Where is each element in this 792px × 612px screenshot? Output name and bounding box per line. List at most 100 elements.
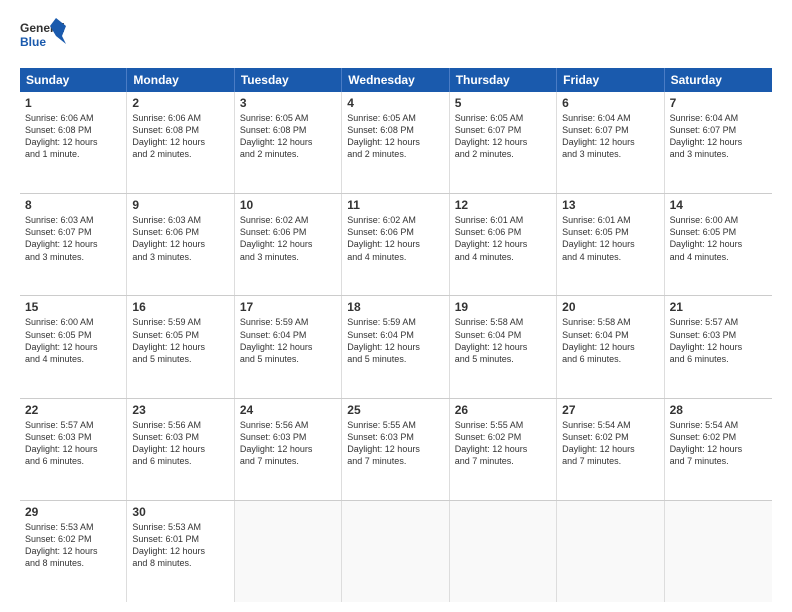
calendar-day-27: 27 Sunrise: 5:54 AM Sunset: 6:02 PM Dayli… <box>557 399 664 500</box>
calendar-day-18: 18 Sunrise: 5:59 AM Sunset: 6:04 PM Dayli… <box>342 296 449 397</box>
day-number: 4 <box>347 96 443 110</box>
day-content: Sunrise: 5:53 AM Sunset: 6:01 PM Dayligh… <box>132 521 228 570</box>
day-number: 27 <box>562 403 658 417</box>
calendar-day-28: 28 Sunrise: 5:54 AM Sunset: 6:02 PM Dayli… <box>665 399 772 500</box>
header-day-friday: Friday <box>557 68 664 92</box>
day-content: Sunrise: 6:03 AM Sunset: 6:07 PM Dayligh… <box>25 214 121 263</box>
calendar-day-3: 3 Sunrise: 6:05 AM Sunset: 6:08 PM Daylig… <box>235 92 342 193</box>
calendar-day-13: 13 Sunrise: 6:01 AM Sunset: 6:05 PM Dayli… <box>557 194 664 295</box>
day-content: Sunrise: 6:01 AM Sunset: 6:06 PM Dayligh… <box>455 214 551 263</box>
day-content: Sunrise: 6:00 AM Sunset: 6:05 PM Dayligh… <box>670 214 767 263</box>
calendar-day-24: 24 Sunrise: 5:56 AM Sunset: 6:03 PM Dayli… <box>235 399 342 500</box>
day-content: Sunrise: 5:55 AM Sunset: 6:03 PM Dayligh… <box>347 419 443 468</box>
day-number: 20 <box>562 300 658 314</box>
day-number: 3 <box>240 96 336 110</box>
day-number: 11 <box>347 198 443 212</box>
svg-text:Blue: Blue <box>20 35 46 49</box>
day-content: Sunrise: 5:57 AM Sunset: 6:03 PM Dayligh… <box>25 419 121 468</box>
day-content: Sunrise: 5:58 AM Sunset: 6:04 PM Dayligh… <box>455 316 551 365</box>
day-number: 30 <box>132 505 228 519</box>
day-number: 14 <box>670 198 767 212</box>
day-content: Sunrise: 6:05 AM Sunset: 6:08 PM Dayligh… <box>347 112 443 161</box>
day-content: Sunrise: 5:59 AM Sunset: 6:04 PM Dayligh… <box>347 316 443 365</box>
day-content: Sunrise: 5:57 AM Sunset: 6:03 PM Dayligh… <box>670 316 767 365</box>
day-number: 2 <box>132 96 228 110</box>
calendar-body: 1 Sunrise: 6:06 AM Sunset: 6:08 PM Daylig… <box>20 92 772 602</box>
calendar-week-1: 1 Sunrise: 6:06 AM Sunset: 6:08 PM Daylig… <box>20 92 772 194</box>
calendar-empty-cell <box>557 501 664 602</box>
day-number: 26 <box>455 403 551 417</box>
day-content: Sunrise: 5:56 AM Sunset: 6:03 PM Dayligh… <box>132 419 228 468</box>
day-content: Sunrise: 6:06 AM Sunset: 6:08 PM Dayligh… <box>132 112 228 161</box>
day-number: 7 <box>670 96 767 110</box>
day-content: Sunrise: 6:06 AM Sunset: 6:08 PM Dayligh… <box>25 112 121 161</box>
calendar-day-9: 9 Sunrise: 6:03 AM Sunset: 6:06 PM Daylig… <box>127 194 234 295</box>
day-content: Sunrise: 5:54 AM Sunset: 6:02 PM Dayligh… <box>562 419 658 468</box>
day-content: Sunrise: 5:58 AM Sunset: 6:04 PM Dayligh… <box>562 316 658 365</box>
calendar-day-12: 12 Sunrise: 6:01 AM Sunset: 6:06 PM Dayli… <box>450 194 557 295</box>
header-day-saturday: Saturday <box>665 68 772 92</box>
day-number: 25 <box>347 403 443 417</box>
day-number: 21 <box>670 300 767 314</box>
calendar-day-4: 4 Sunrise: 6:05 AM Sunset: 6:08 PM Daylig… <box>342 92 449 193</box>
header-day-monday: Monday <box>127 68 234 92</box>
day-content: Sunrise: 5:54 AM Sunset: 6:02 PM Dayligh… <box>670 419 767 468</box>
calendar-empty-cell <box>450 501 557 602</box>
day-number: 28 <box>670 403 767 417</box>
day-number: 9 <box>132 198 228 212</box>
day-number: 6 <box>562 96 658 110</box>
day-number: 8 <box>25 198 121 212</box>
day-number: 24 <box>240 403 336 417</box>
calendar-day-26: 26 Sunrise: 5:55 AM Sunset: 6:02 PM Dayli… <box>450 399 557 500</box>
calendar-day-21: 21 Sunrise: 5:57 AM Sunset: 6:03 PM Dayli… <box>665 296 772 397</box>
logo: General Blue <box>20 16 68 58</box>
calendar-day-16: 16 Sunrise: 5:59 AM Sunset: 6:05 PM Dayli… <box>127 296 234 397</box>
day-number: 1 <box>25 96 121 110</box>
calendar-day-15: 15 Sunrise: 6:00 AM Sunset: 6:05 PM Dayli… <box>20 296 127 397</box>
day-content: Sunrise: 6:03 AM Sunset: 6:06 PM Dayligh… <box>132 214 228 263</box>
page-header: General Blue <box>20 16 772 58</box>
logo-svg: General Blue <box>20 16 68 58</box>
day-content: Sunrise: 5:55 AM Sunset: 6:02 PM Dayligh… <box>455 419 551 468</box>
calendar-day-17: 17Sunrise: 5:59 AM Sunset: 6:04 PM Dayli… <box>235 296 342 397</box>
day-number: 29 <box>25 505 121 519</box>
day-number: 5 <box>455 96 551 110</box>
day-content: Sunrise: 6:05 AM Sunset: 6:07 PM Dayligh… <box>455 112 551 161</box>
calendar-day-2: 2 Sunrise: 6:06 AM Sunset: 6:08 PM Daylig… <box>127 92 234 193</box>
day-number: 22 <box>25 403 121 417</box>
calendar-week-4: 22 Sunrise: 5:57 AM Sunset: 6:03 PM Dayli… <box>20 399 772 501</box>
calendar-empty-cell <box>235 501 342 602</box>
calendar-empty-cell <box>665 501 772 602</box>
header-day-wednesday: Wednesday <box>342 68 449 92</box>
calendar-day-29: 29 Sunrise: 5:53 AM Sunset: 6:02 PM Dayli… <box>20 501 127 602</box>
day-content: Sunrise: 6:01 AM Sunset: 6:05 PM Dayligh… <box>562 214 658 263</box>
day-number: 17 <box>240 300 336 314</box>
day-number: 12 <box>455 198 551 212</box>
calendar-day-19: 19 Sunrise: 5:58 AM Sunset: 6:04 PM Dayli… <box>450 296 557 397</box>
calendar-day-11: 11Sunrise: 6:02 AM Sunset: 6:06 PM Dayli… <box>342 194 449 295</box>
day-content: Sunrise: 5:53 AM Sunset: 6:02 PM Dayligh… <box>25 521 121 570</box>
day-content: Sunrise: 6:00 AM Sunset: 6:05 PM Dayligh… <box>25 316 121 365</box>
day-number: 15 <box>25 300 121 314</box>
calendar-day-30: 30 Sunrise: 5:53 AM Sunset: 6:01 PM Dayli… <box>127 501 234 602</box>
day-content: Sunrise: 5:59 AM Sunset: 6:05 PM Dayligh… <box>132 316 228 365</box>
calendar-day-6: 6 Sunrise: 6:04 AM Sunset: 6:07 PM Daylig… <box>557 92 664 193</box>
day-number: 19 <box>455 300 551 314</box>
day-content: Sunrise: 6:02 AM Sunset: 6:06 PM Dayligh… <box>240 214 336 263</box>
calendar-week-5: 29 Sunrise: 5:53 AM Sunset: 6:02 PM Dayli… <box>20 501 772 602</box>
day-number: 16 <box>132 300 228 314</box>
day-number: 13 <box>562 198 658 212</box>
day-number: 23 <box>132 403 228 417</box>
calendar-day-1: 1 Sunrise: 6:06 AM Sunset: 6:08 PM Daylig… <box>20 92 127 193</box>
calendar-day-20: 20 Sunrise: 5:58 AM Sunset: 6:04 PM Dayli… <box>557 296 664 397</box>
day-content: Sunrise: 5:56 AM Sunset: 6:03 PM Dayligh… <box>240 419 336 468</box>
calendar: SundayMondayTuesdayWednesdayThursdayFrid… <box>20 68 772 602</box>
calendar-day-14: 14 Sunrise: 6:00 AM Sunset: 6:05 PM Dayli… <box>665 194 772 295</box>
day-content: Sunrise: 6:04 AM Sunset: 6:07 PM Dayligh… <box>562 112 658 161</box>
day-content: Sunrise: 6:05 AM Sunset: 6:08 PM Dayligh… <box>240 112 336 161</box>
day-number: 18 <box>347 300 443 314</box>
header-day-thursday: Thursday <box>450 68 557 92</box>
header-day-tuesday: Tuesday <box>235 68 342 92</box>
calendar-day-22: 22 Sunrise: 5:57 AM Sunset: 6:03 PM Dayli… <box>20 399 127 500</box>
day-number: 10 <box>240 198 336 212</box>
